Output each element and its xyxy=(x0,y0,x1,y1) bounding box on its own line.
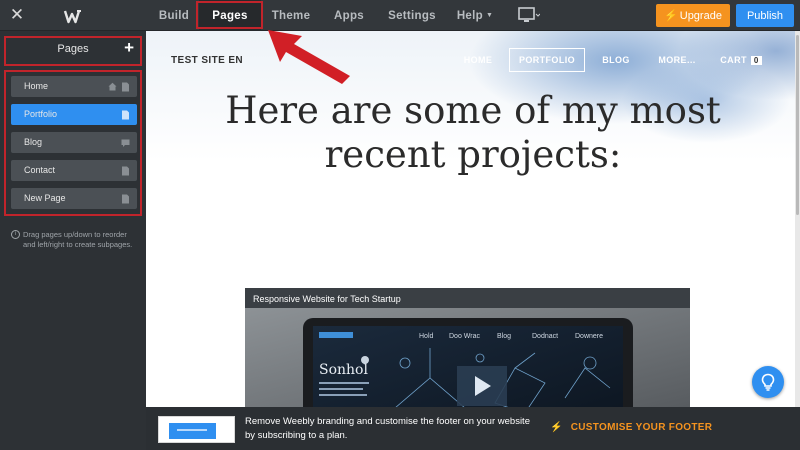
project-card[interactable]: Responsive Website for Tech Startup Hold… xyxy=(245,288,690,407)
canvas-scrollbar[interactable] xyxy=(795,31,800,407)
page-item-portfolio[interactable]: Portfolio xyxy=(11,104,137,125)
close-icon[interactable]: ✕ xyxy=(9,6,25,24)
footer-preview-thumbnail xyxy=(158,416,235,443)
pages-sidebar: Pages + Home Portfolio Blog Contact New … xyxy=(0,31,146,450)
site-nav-cart[interactable]: CART 0 xyxy=(718,48,764,72)
project-image: Hold Doo Wrac Blog Dodnact Downere Sonho… xyxy=(245,308,690,407)
nav-apps[interactable]: Apps xyxy=(325,0,373,31)
page-item-new-page[interactable]: New Page xyxy=(11,188,137,209)
pages-hint: i Drag pages up/down to reorder and left/… xyxy=(11,230,141,250)
page-icon xyxy=(122,82,129,92)
site-nav-portfolio[interactable]: PORTFOLIO xyxy=(509,48,585,72)
page-list: Home Portfolio Blog Contact New Page xyxy=(4,70,142,216)
svg-text:Doo Wrac: Doo Wrac xyxy=(449,333,480,340)
caret-down-icon: ▼ xyxy=(485,12,494,19)
page-icon xyxy=(122,166,129,176)
page-icon xyxy=(122,110,129,120)
cart-count-badge: 0 xyxy=(750,55,762,65)
svg-text:Sonhol: Sonhol xyxy=(319,362,368,378)
bolt-icon: ⚡ xyxy=(664,10,678,22)
site-nav-more[interactable]: MORE... xyxy=(651,48,703,72)
page-item-contact[interactable]: Contact xyxy=(11,160,137,181)
weebly-logo-icon[interactable] xyxy=(63,6,83,26)
publish-button[interactable]: Publish xyxy=(736,4,794,27)
footer-upsell-banner: Remove Weebly branding and customise the… xyxy=(146,407,800,450)
footer-upsell-text: Remove Weebly branding and customise the… xyxy=(245,416,530,441)
info-icon: i xyxy=(11,230,20,239)
desktop-icon[interactable] xyxy=(518,7,540,24)
site-nav-home[interactable]: HOME xyxy=(458,48,498,72)
add-page-icon[interactable]: + xyxy=(124,38,134,58)
customise-footer-link[interactable]: ⚡ CUSTOMISE YOUR FOOTER xyxy=(550,422,712,433)
hero-heading[interactable]: Here are some of my most recent projects… xyxy=(181,89,765,177)
bolt-icon: ⚡ xyxy=(550,422,563,433)
pages-panel-header: Pages + xyxy=(4,36,142,66)
site-title[interactable]: TEST SITE EN xyxy=(171,55,243,66)
nav-build[interactable]: Build xyxy=(152,0,196,31)
svg-text:Downere: Downere xyxy=(575,333,603,340)
nav-theme[interactable]: Theme xyxy=(264,0,318,31)
pages-panel-title: Pages xyxy=(57,43,89,55)
scrollbar-thumb[interactable] xyxy=(796,35,799,215)
nav-settings[interactable]: Settings xyxy=(384,0,440,31)
nav-pages[interactable]: Pages xyxy=(199,0,261,31)
lightbulb-icon xyxy=(761,373,775,391)
nav-help[interactable]: Help ▼ xyxy=(452,0,498,31)
project-caption: Responsive Website for Tech Startup xyxy=(253,294,401,304)
home-icon xyxy=(108,82,117,91)
svg-text:Dodnact: Dodnact xyxy=(532,333,558,340)
page-icon xyxy=(122,194,129,204)
page-item-home[interactable]: Home xyxy=(11,76,137,97)
svg-text:Blog: Blog xyxy=(497,333,511,340)
site-preview[interactable]: TEST SITE EN HOME PORTFOLIO BLOG MORE...… xyxy=(146,31,800,407)
help-lightbulb-button[interactable] xyxy=(752,366,784,398)
svg-text:Hold: Hold xyxy=(419,333,434,340)
blog-icon xyxy=(121,139,130,147)
top-toolbar: ✕ Build Pages Theme Apps Settings Help ▼ … xyxy=(0,0,800,31)
upgrade-button[interactable]: ⚡ Upgrade xyxy=(656,4,730,27)
page-item-blog[interactable]: Blog xyxy=(11,132,137,153)
site-nav-blog[interactable]: BLOG xyxy=(596,48,636,72)
